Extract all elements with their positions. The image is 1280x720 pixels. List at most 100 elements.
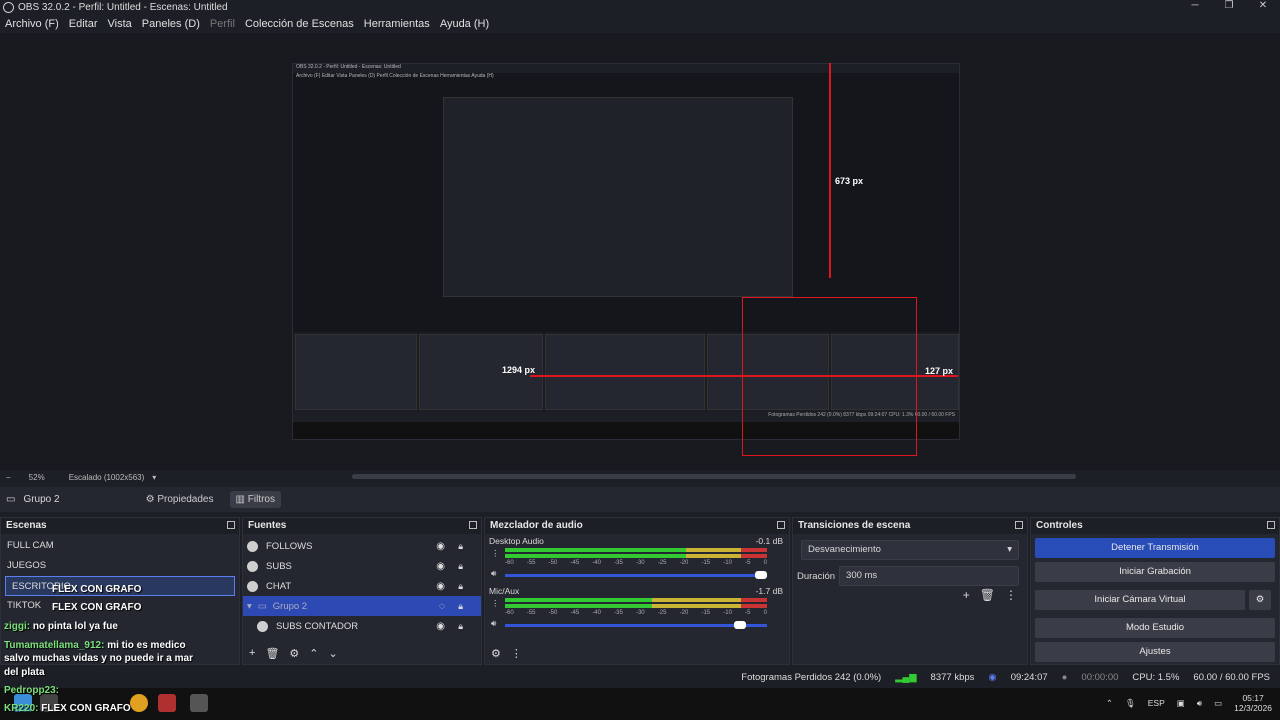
- status-bar: Fotogramas Perdidos 242 (0.0%) ▂▄▆ 8377 …: [0, 668, 1280, 686]
- transitions-dock: Transiciones de escena Desvanecimiento ▾ …: [792, 517, 1028, 665]
- preview-canvas[interactable]: OBS 32.0.2 - Perfil: Untitled - Escenas:…: [0, 33, 1280, 470]
- menu-vista[interactable]: Vista: [108, 18, 132, 30]
- zoom-scale[interactable]: Escalado (1002x563): [69, 473, 145, 482]
- menu-paneles[interactable]: Paneles (D): [142, 18, 200, 30]
- lock-icon[interactable]: 🔒︎: [458, 601, 463, 612]
- meter-tick-label: -30: [635, 560, 645, 566]
- meter-tick-label: -15: [701, 610, 711, 616]
- app-icon[interactable]: [158, 694, 176, 712]
- properties-button[interactable]: ⚙ Propiedades: [140, 491, 220, 508]
- eye-icon[interactable]: ◉: [436, 581, 445, 592]
- start-virtual-camera-button[interactable]: Iniciar Cámara Virtual: [1035, 590, 1245, 610]
- source-item[interactable]: FOLLOWS ◉ 🔒︎: [243, 536, 481, 556]
- chat-name: KR220:: [4, 703, 39, 714]
- popout-icon[interactable]: [227, 521, 235, 529]
- eye-icon[interactable]: ◉: [436, 621, 445, 632]
- speaker-icon[interactable]: 🔊︎: [491, 618, 496, 629]
- trash-icon[interactable]: 🗑︎: [980, 588, 995, 602]
- kebab-icon[interactable]: ⋮: [511, 647, 522, 660]
- channel-name: Mic/Aux: [489, 586, 520, 596]
- lock-icon[interactable]: 🔒︎: [458, 621, 463, 632]
- minimize-button[interactable]: ─: [1178, 0, 1212, 11]
- eye-icon[interactable]: ◉: [436, 541, 445, 552]
- clock[interactable]: 05:17 12/3/2026: [1234, 693, 1272, 713]
- menu-ayuda[interactable]: Ayuda (H): [440, 18, 489, 30]
- gear-icon[interactable]: ⚙: [289, 647, 299, 660]
- popout-icon[interactable]: [1015, 521, 1023, 529]
- lock-icon[interactable]: 🔒︎: [458, 561, 463, 572]
- preview-scrollbar[interactable]: [352, 474, 1076, 479]
- obs-taskbar-icon[interactable]: [190, 694, 208, 712]
- scene-item[interactable]: FULL CAM: [1, 536, 239, 556]
- meter-tick-label: -25: [657, 610, 667, 616]
- chat-overlay-line: KR220: FLEX CON GRAFO: [4, 703, 131, 714]
- sources-dock: Fuentes FOLLOWS ◉ 🔒︎ SUBS ◉ 🔒︎ CHAT ◉ 🔒︎ ▾ ▭ Gru…: [242, 517, 482, 665]
- move-up-icon[interactable]: ⌃: [309, 647, 318, 660]
- popout-icon[interactable]: [777, 521, 785, 529]
- lock-icon[interactable]: 🔒︎: [458, 541, 463, 552]
- network-icon[interactable]: ▣: [1177, 698, 1185, 709]
- studio-mode-button[interactable]: Modo Estudio: [1035, 618, 1275, 638]
- nested-menu: Archivo (F) Editar Vista Paneles (D) Per…: [296, 73, 494, 79]
- transitions-toolbar: + 🗑︎ ⋮: [963, 588, 1017, 602]
- start-recording-button[interactable]: Iniciar Grabación: [1035, 562, 1275, 582]
- move-down-icon[interactable]: ⌄: [329, 647, 338, 660]
- advanced-audio-icon[interactable]: ⚙: [491, 647, 501, 660]
- speaker-icon[interactable]: 🔊︎: [491, 568, 496, 579]
- scene-item[interactable]: JUEGOS: [1, 556, 239, 576]
- kebab-icon[interactable]: ⋮: [1005, 588, 1017, 602]
- measure-line-vertical: [829, 63, 831, 278]
- bitrate: 8377 kbps: [930, 671, 975, 683]
- stop-streaming-button[interactable]: Detener Transmisión: [1035, 538, 1275, 558]
- lock-icon[interactable]: 🔒︎: [458, 581, 463, 592]
- cpu-usage: CPU: 1.5%: [1132, 671, 1180, 683]
- kebab-icon[interactable]: ⋮: [491, 548, 500, 559]
- duration-input[interactable]: 300 ms: [839, 566, 1019, 586]
- chrome-icon[interactable]: [130, 694, 148, 712]
- add-icon[interactable]: +: [249, 647, 255, 660]
- add-icon[interactable]: +: [963, 588, 970, 602]
- zoom-dropdown-icon[interactable]: ▾: [152, 473, 156, 482]
- mixer-title: Mezclador de audio: [490, 520, 583, 531]
- stream-time: 09:24:07: [1010, 671, 1048, 683]
- popout-icon[interactable]: [469, 521, 477, 529]
- obs-logo-icon: [3, 2, 14, 13]
- source-item[interactable]: SUBS CONTADOR ◉ 🔒︎: [243, 616, 481, 636]
- transition-select[interactable]: Desvanecimiento ▾: [801, 540, 1019, 560]
- source-label: SUBS CONTADOR: [276, 620, 359, 632]
- source-item[interactable]: SUBS ◉ 🔒︎: [243, 556, 481, 576]
- kebab-icon[interactable]: ⋮: [491, 598, 500, 609]
- source-item[interactable]: CHAT ◉ 🔒︎: [243, 576, 481, 596]
- zoom-percent[interactable]: 52%: [29, 473, 45, 482]
- eye-icon[interactable]: ◉: [436, 561, 445, 572]
- channel-name: Desktop Audio: [489, 536, 544, 546]
- virtual-camera-settings-gear-icon[interactable]: ⚙: [1249, 590, 1271, 610]
- close-button[interactable]: ✕: [1246, 0, 1280, 11]
- volume-slider[interactable]: [505, 571, 767, 579]
- chat-msg: del plata: [4, 667, 45, 678]
- battery-icon[interactable]: ▭: [1214, 698, 1222, 709]
- settings-button[interactable]: Ajustes: [1035, 642, 1275, 662]
- zoom-out-button[interactable]: −: [6, 473, 11, 482]
- record-time: 00:00:00: [1081, 671, 1119, 683]
- maximize-button[interactable]: ❐: [1212, 0, 1246, 11]
- source-group-selected[interactable]: ▾ ▭ Grupo 2 ◌ 🔒︎: [243, 596, 481, 616]
- volume-slider[interactable]: [505, 621, 767, 629]
- menu-editar[interactable]: Editar: [69, 18, 98, 30]
- menu-perfil[interactable]: Perfil: [210, 18, 235, 30]
- eye-hidden-icon[interactable]: ◌: [439, 601, 445, 612]
- volume-icon[interactable]: 🔊︎: [1197, 698, 1202, 709]
- menu-archivo[interactable]: Archivo (F): [5, 18, 59, 30]
- popout-icon[interactable]: [1267, 521, 1275, 529]
- mic-icon[interactable]: 🎙︎: [1125, 698, 1136, 709]
- language-indicator[interactable]: ESP: [1148, 698, 1165, 708]
- chevron-up-icon[interactable]: ⌃: [1106, 698, 1113, 709]
- menu-herramientas[interactable]: Herramientas: [364, 18, 430, 30]
- chevron-down-icon[interactable]: ▾: [247, 601, 252, 612]
- trash-icon[interactable]: 🗑︎: [265, 647, 279, 660]
- filters-button[interactable]: ▥ Filtros: [229, 491, 281, 508]
- chat-name: ziggi:: [4, 621, 31, 632]
- meter-tick-label: -35: [614, 610, 623, 616]
- menu-coleccion[interactable]: Colección de Escenas: [245, 18, 354, 30]
- meter-tick-label: -60: [505, 560, 514, 566]
